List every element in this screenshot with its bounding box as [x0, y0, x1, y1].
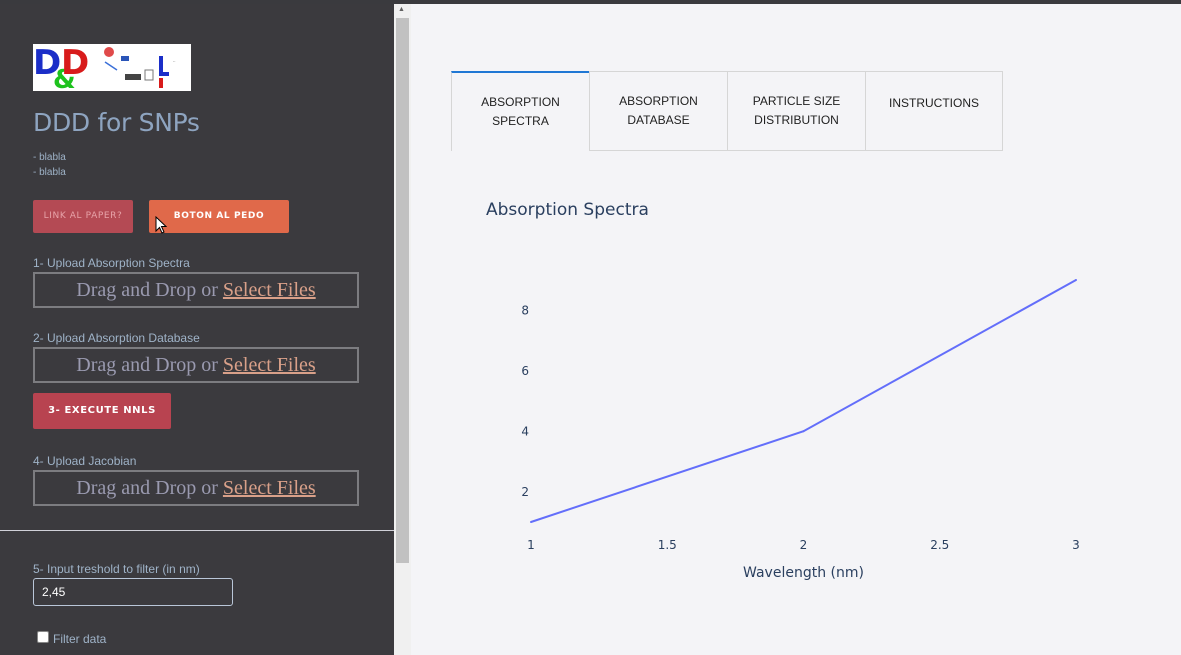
upload-spectra-label: 1- Upload Absorption Spectra	[33, 256, 190, 270]
tab-label: ABSORPTION SPECTRA	[481, 95, 560, 128]
tab-bar: ABSORPTION SPECTRA ABSORPTION DATABASE P…	[451, 71, 1003, 151]
data-line	[530, 279, 1077, 523]
data-point	[530, 521, 532, 523]
tab-label: PARTICLE SIZE DISTRIBUTION	[752, 94, 841, 127]
x-tick-label: 2	[800, 538, 808, 552]
y-tick-label: 4	[521, 424, 529, 438]
filter-data-label: Filter data	[53, 632, 107, 646]
select-files-link[interactable]: Select Files	[223, 477, 316, 499]
data-point	[1075, 279, 1077, 281]
sidebar: D & D .. DDD for SNPs - blabla - blabla …	[0, 4, 394, 655]
upload-spectra-dropzone[interactable]: Drag and Drop or Select Files	[33, 272, 359, 308]
threshold-label: 5- Input treshold to filter (in nm)	[33, 562, 200, 576]
boton-button[interactable]: BOTON AL PEDO	[149, 200, 289, 233]
x-tick-label: 3	[1072, 538, 1080, 552]
select-files-link[interactable]: Select Files	[223, 279, 316, 301]
mouse-cursor-icon	[155, 216, 167, 234]
dropzone-text: Drag and Drop or	[76, 279, 223, 301]
dropzone-text: Drag and Drop or	[76, 354, 223, 376]
svg-text:..: ..	[173, 58, 176, 63]
app-logo: D & D ..	[33, 43, 191, 95]
upload-jacobian-dropzone[interactable]: Drag and Drop or Select Files	[33, 470, 359, 506]
scroll-up-arrow-icon[interactable]: ▲	[398, 6, 405, 13]
sidebar-divider	[0, 530, 394, 531]
y-tick-label: 2	[521, 485, 529, 499]
x-tick-label: 2.5	[930, 538, 949, 552]
x-tick-label: 1.5	[658, 538, 677, 552]
scrollbar-thumb[interactable]	[396, 18, 409, 563]
y-tick-label: 6	[521, 364, 529, 378]
y-tick-label: 8	[521, 303, 529, 317]
upload-database-label: 2- Upload Absorption Database	[33, 331, 200, 345]
note-item: - blabla	[33, 152, 66, 163]
app-title: DDD for SNPs	[33, 108, 200, 137]
x-axis-label: Wavelength (nm)	[743, 565, 864, 581]
note-item: - blabla	[33, 167, 66, 178]
svg-text:D: D	[61, 44, 89, 83]
upload-database-dropzone[interactable]: Drag and Drop or Select Files	[33, 347, 359, 383]
data-point	[802, 430, 805, 433]
tab-label: ABSORPTION DATABASE	[619, 94, 698, 127]
x-tick-label: 1	[527, 538, 535, 552]
notes: - blabla - blabla	[33, 150, 66, 180]
chart-title: Absorption Spectra	[486, 200, 649, 220]
threshold-input[interactable]: 2,45	[33, 578, 233, 606]
dropzone-text: Drag and Drop or	[76, 477, 223, 499]
tab-particle-size-distribution[interactable]: PARTICLE SIZE DISTRIBUTION	[727, 71, 866, 151]
upload-jacobian-label: 4- Upload Jacobian	[33, 454, 137, 468]
execute-nnls-button[interactable]: 3- EXECUTE NNLS	[33, 393, 171, 429]
link-paper-button[interactable]: LINK AL PAPER?	[33, 200, 133, 233]
filter-data-checkbox[interactable]	[37, 631, 49, 643]
tab-label: INSTRUCTIONS	[889, 96, 979, 110]
tab-absorption-database[interactable]: ABSORPTION DATABASE	[589, 71, 728, 151]
absorption-spectra-chart[interactable]: 1 1.5 2 2.5 3 2 4 6 8 Wavelength (nm)	[451, 260, 1131, 590]
tab-absorption-spectra[interactable]: ABSORPTION SPECTRA	[451, 71, 590, 151]
select-files-link[interactable]: Select Files	[223, 354, 316, 376]
tab-instructions[interactable]: INSTRUCTIONS	[865, 71, 1003, 151]
